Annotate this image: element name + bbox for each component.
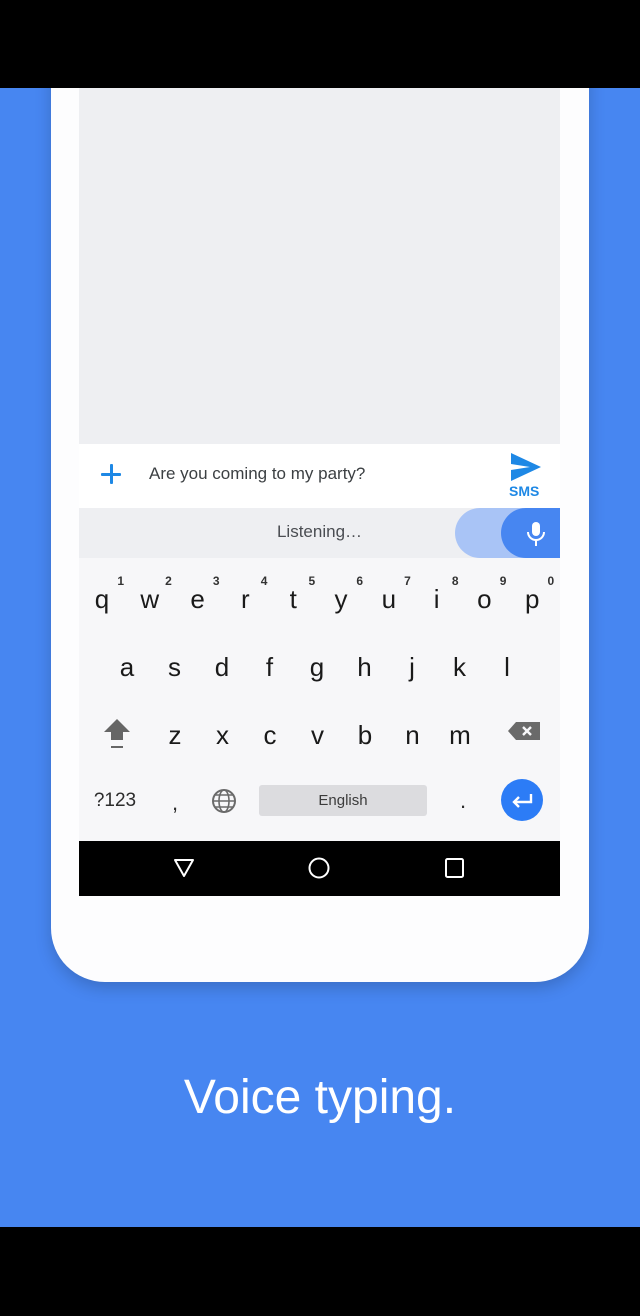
key-z[interactable]: z [151,708,199,762]
enter-key[interactable] [501,779,543,821]
key-j[interactable]: j [388,640,436,694]
top-black-bar [0,0,640,88]
key-s[interactable]: s [151,640,199,694]
key-number-hint: 6 [356,574,363,588]
key-label: y [334,584,348,614]
key-number-hint: 2 [165,574,172,588]
globe-icon [212,789,236,813]
enter-icon [512,794,533,808]
key-label: r [241,584,250,614]
key-d[interactable]: d [198,640,246,694]
phone-screen: Are you coming to my party? SMS Listenin… [79,88,560,896]
key-number-hint: 1 [117,574,124,588]
key-label: e [190,584,205,614]
message-input[interactable]: Are you coming to my party? [149,464,365,484]
keyboard: q1w2e3r4t5y6u7i8o9p0 asdfghjkl zxcvbnm ?… [79,558,560,841]
key-b[interactable]: b [341,708,389,762]
send-sms-button[interactable]: SMS [503,450,551,502]
key-y[interactable]: y6 [317,572,365,626]
key-number-hint: 9 [499,574,507,588]
key-u[interactable]: u7 [365,572,413,626]
conversation-area [79,88,560,444]
backspace-icon [508,722,540,740]
key-label: u [381,584,397,614]
plus-icon[interactable] [99,462,125,488]
key-k[interactable]: k [436,640,484,694]
key-label: i [433,584,440,614]
key-p[interactable]: p0 [508,572,556,626]
key-label: q [94,584,110,614]
key-label: o [477,584,492,614]
recents-square-icon [445,858,464,878]
key-label: w [140,584,160,614]
key-w[interactable]: w2 [126,572,174,626]
send-icon [511,453,541,481]
key-number-hint: 4 [260,574,268,588]
key-number-hint: 3 [212,574,220,588]
key-number-hint: 5 [308,574,316,588]
key-n[interactable]: n [389,708,437,762]
key-x[interactable]: x [199,708,247,762]
key-t[interactable]: t5 [269,572,317,626]
key-l[interactable]: l [483,640,531,694]
recents-button[interactable] [425,841,485,896]
shift-icon [104,719,130,748]
home-circle-icon [308,857,330,879]
key-number-hint: 7 [404,574,411,588]
key-r[interactable]: r4 [221,572,269,626]
comma-key[interactable]: , [155,776,195,826]
voice-input-bar: Listening… [79,508,560,558]
android-nav-bar [79,841,560,896]
key-e[interactable]: e3 [174,572,222,626]
key-v[interactable]: v [294,708,342,762]
delete-key[interactable] [499,706,547,760]
home-button[interactable] [289,841,349,896]
microphone-icon [527,522,545,546]
bottom-black-bar [0,1227,640,1316]
key-label: t [289,584,297,614]
key-f[interactable]: f [246,640,294,694]
key-i[interactable]: i8 [413,572,461,626]
key-h[interactable]: h [341,640,389,694]
key-o[interactable]: o9 [460,572,508,626]
feature-caption: Voice typing. [183,1071,457,1124]
space-key[interactable]: English [259,785,427,816]
key-q[interactable]: q1 [79,572,126,626]
key-m[interactable]: m [436,708,484,762]
compose-bar: Are you coming to my party? SMS [79,444,560,508]
back-triangle-icon [174,859,194,877]
shift-key[interactable] [93,706,141,760]
back-button[interactable] [154,841,214,896]
mic-button[interactable] [501,508,560,558]
language-switch-key[interactable] [203,776,245,826]
key-g[interactable]: g [293,640,341,694]
symbols-key[interactable]: ?123 [85,776,145,826]
period-key[interactable]: . [443,776,483,826]
key-number-hint: 8 [451,574,459,588]
key-label: p [524,584,540,614]
key-a[interactable]: a [103,640,151,694]
phone-frame: Are you coming to my party? SMS Listenin… [51,88,589,982]
promo-background: Are you coming to my party? SMS Listenin… [0,88,640,1227]
send-label: SMS [509,483,540,499]
key-number-hint: 0 [547,574,555,588]
key-c[interactable]: c [246,708,294,762]
